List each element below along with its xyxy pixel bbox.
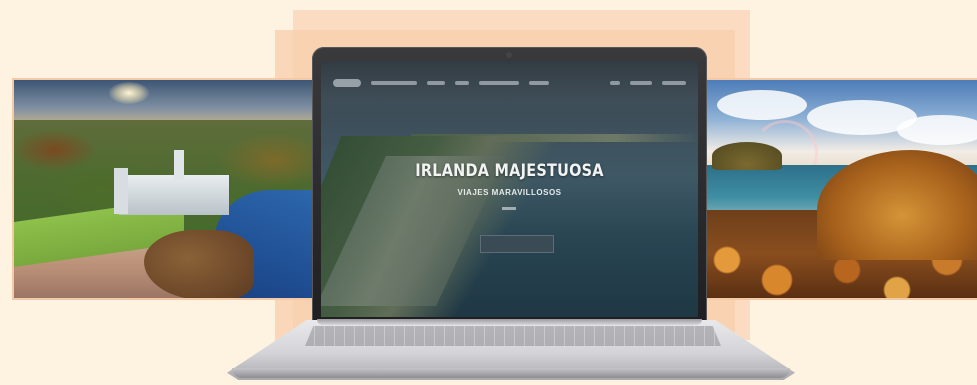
laptop-screen: IRLANDA MAJESTUOSA VIAJES MARAVILLOSOS bbox=[321, 61, 698, 317]
laptop-base-lip bbox=[232, 368, 790, 378]
castle-photo bbox=[12, 78, 342, 300]
cloud bbox=[717, 90, 807, 120]
castle bbox=[119, 175, 229, 215]
showcase-stage: IRLANDA MAJESTUOSA VIAJES MARAVILLOSOS bbox=[0, 0, 977, 385]
photo-island bbox=[712, 142, 782, 170]
castle-turret bbox=[174, 150, 184, 180]
site-navbar bbox=[321, 61, 698, 105]
laptop-icon: IRLANDA MAJESTUOSA VIAJES MARAVILLOSOS bbox=[312, 47, 707, 325]
hero-divider bbox=[502, 207, 516, 210]
photo-sky bbox=[14, 80, 340, 125]
nav-item[interactable] bbox=[371, 81, 417, 85]
hero-cta-button[interactable] bbox=[480, 235, 554, 253]
site-logo[interactable] bbox=[333, 79, 361, 87]
laptop-keyboard bbox=[305, 326, 721, 346]
laptop-hinge bbox=[317, 319, 702, 325]
cloud bbox=[897, 115, 977, 145]
nav-item[interactable] bbox=[630, 81, 652, 85]
nav-item[interactable] bbox=[427, 81, 445, 85]
nav-item[interactable] bbox=[662, 81, 686, 85]
sun-glow bbox=[109, 82, 149, 104]
nav-item[interactable] bbox=[455, 81, 469, 85]
nav-item[interactable] bbox=[479, 81, 519, 85]
castle-tower bbox=[114, 168, 128, 214]
nav-item[interactable] bbox=[529, 81, 549, 85]
hero-title: IRLANDA MAJESTUOSA bbox=[415, 161, 604, 181]
hero-subtitle: VIAJES MARAVILLOSOS bbox=[457, 188, 562, 197]
nav-item[interactable] bbox=[610, 81, 620, 85]
causeway-photo bbox=[695, 78, 977, 300]
camera-icon bbox=[506, 52, 512, 58]
